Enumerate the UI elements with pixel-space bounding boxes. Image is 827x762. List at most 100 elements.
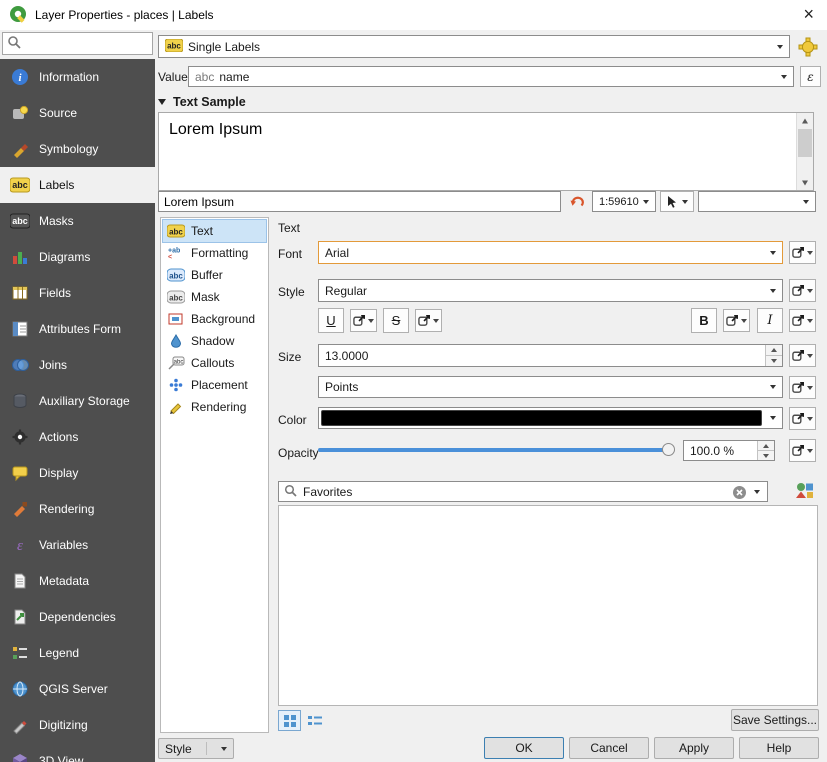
sidebar-item-metadata[interactable]: Metadata xyxy=(0,563,155,599)
metadata-icon xyxy=(10,572,30,590)
italic-button[interactable]: I xyxy=(757,308,783,333)
tab-formatting[interactable]: +ab<Formatting xyxy=(163,242,266,264)
sample-background-select[interactable] xyxy=(698,191,816,212)
underline-override-button[interactable] xyxy=(350,309,377,332)
spinner-buttons[interactable] xyxy=(765,345,782,366)
scroll-up-icon[interactable] xyxy=(797,113,813,128)
size-spinbox[interactable]: 13.0000 xyxy=(318,344,783,367)
sidebar-item-label: Actions xyxy=(39,430,78,444)
spinner-buttons[interactable] xyxy=(757,441,774,460)
font-override-button[interactable] xyxy=(789,241,816,264)
sidebar-item-labels[interactable]: abcLabels xyxy=(0,167,155,203)
sidebar-item-attributes-form[interactable]: Attributes Form xyxy=(0,311,155,347)
sidebar-item-actions[interactable]: Actions xyxy=(0,419,155,455)
ok-button[interactable]: OK xyxy=(484,737,564,759)
font-family-select[interactable]: Arial xyxy=(318,241,783,264)
font-style-select[interactable]: Regular xyxy=(318,279,783,302)
strikethrough-button[interactable]: S xyxy=(383,308,409,333)
tab-background[interactable]: Background xyxy=(163,308,266,330)
callouts-tab-icon: abc xyxy=(166,356,186,370)
sidebar-item-qgis-server[interactable]: QGIS Server xyxy=(0,671,155,707)
svg-text:ε: ε xyxy=(17,538,23,554)
size-value: 13.0000 xyxy=(325,349,368,363)
sidebar-item-masks[interactable]: abcMasks xyxy=(0,203,155,239)
tab-callouts[interactable]: abcCallouts xyxy=(163,352,266,374)
spin-down-icon[interactable] xyxy=(758,450,774,460)
sidebar-item-variables[interactable]: εVariables xyxy=(0,527,155,563)
sidebar-item-fields[interactable]: Fields xyxy=(0,275,155,311)
svg-text:abc: abc xyxy=(174,360,184,366)
sidebar-item-3d-view[interactable]: 3D View xyxy=(0,743,155,762)
sidebar-item-display[interactable]: Display xyxy=(0,455,155,491)
clear-filter-icon[interactable] xyxy=(732,485,747,500)
single-labels-icon: abc xyxy=(165,39,183,55)
color-override-button[interactable] xyxy=(789,407,816,430)
tab-placement[interactable]: Placement xyxy=(163,374,266,396)
style-filter-combo[interactable]: Favorites xyxy=(278,481,768,502)
spin-up-icon[interactable] xyxy=(766,345,782,355)
expression-builder-button[interactable]: ε xyxy=(800,66,821,87)
sidebar-item-digitizing[interactable]: Digitizing xyxy=(0,707,155,743)
sidebar-item-label: Diagrams xyxy=(39,250,90,264)
help-button[interactable]: Help xyxy=(739,737,819,759)
spin-down-icon[interactable] xyxy=(766,355,782,366)
tab-label: Text xyxy=(191,224,213,238)
sidebar-item-joins[interactable]: Joins xyxy=(0,347,155,383)
list-view-button[interactable] xyxy=(303,710,326,731)
tab-label: Background xyxy=(191,312,255,326)
opacity-override-button[interactable] xyxy=(789,439,816,462)
labeling-mode-select[interactable]: abc Single Labels xyxy=(158,35,790,58)
sidebar-item-symbology[interactable]: Symbology xyxy=(0,131,155,167)
tab-shadow[interactable]: Shadow xyxy=(163,330,266,352)
slider-handle[interactable] xyxy=(662,443,675,456)
style-menu-button[interactable]: Style xyxy=(158,738,234,759)
unit-override-button[interactable] xyxy=(789,376,816,399)
sidebar-item-label: Digitizing xyxy=(39,718,88,732)
sidebar-item-dependencies[interactable]: Dependencies xyxy=(0,599,155,635)
apply-button[interactable]: Apply xyxy=(654,737,734,759)
close-icon[interactable]: × xyxy=(803,4,814,24)
size-override-button[interactable] xyxy=(789,344,816,367)
opacity-slider[interactable] xyxy=(318,442,675,458)
style-override-button[interactable] xyxy=(789,279,816,302)
settings-search[interactable] xyxy=(2,32,153,55)
strikethrough-override-button[interactable] xyxy=(415,309,442,332)
underline-button[interactable]: U xyxy=(318,308,344,333)
cancel-button[interactable]: Cancel xyxy=(569,737,649,759)
sidebar-item-information[interactable]: iInformation xyxy=(0,59,155,95)
sidebar-item-legend[interactable]: Legend xyxy=(0,635,155,671)
bold-button[interactable]: B xyxy=(691,308,717,333)
map-settings-button[interactable] xyxy=(660,191,694,212)
scroll-down-icon[interactable] xyxy=(797,175,813,190)
sidebar-item-diagrams[interactable]: Diagrams xyxy=(0,239,155,275)
reset-sample-button[interactable] xyxy=(564,191,590,212)
style-manager-button[interactable] xyxy=(792,478,818,502)
tab-buffer[interactable]: abcBuffer xyxy=(163,264,266,286)
tab-text[interactable]: abcText xyxy=(163,220,266,242)
rendering-icon xyxy=(10,500,30,518)
preview-scrollbar[interactable] xyxy=(796,113,813,190)
italic-override-button[interactable] xyxy=(789,309,816,332)
save-settings-button[interactable]: Save Settings... xyxy=(731,709,819,731)
text-sample-expander[interactable]: Text Sample xyxy=(158,95,246,109)
sidebar-item-source[interactable]: Source xyxy=(0,95,155,131)
tab-rendering[interactable]: Rendering xyxy=(163,396,266,418)
bold-override-button[interactable] xyxy=(723,309,750,332)
spin-up-icon[interactable] xyxy=(758,441,774,450)
pointer-icon xyxy=(666,195,678,208)
text-format-list[interactable] xyxy=(278,505,818,706)
sidebar-item-auxiliary-storage[interactable]: Auxiliary Storage xyxy=(0,383,155,419)
tab-mask[interactable]: abcMask xyxy=(163,286,266,308)
preview-scale-select[interactable]: 1:59610 xyxy=(592,191,656,212)
scrollbar-thumb[interactable] xyxy=(798,129,812,157)
automated-placement-button[interactable] xyxy=(795,34,821,59)
value-field-select[interactable]: abc name xyxy=(188,66,794,87)
icon-view-button[interactable] xyxy=(278,710,301,731)
text-color-button[interactable] xyxy=(318,407,783,429)
sidebar-item-rendering[interactable]: Rendering xyxy=(0,491,155,527)
sample-text-input[interactable] xyxy=(158,191,561,212)
text-sample-preview: Lorem Ipsum xyxy=(158,112,814,191)
size-unit-select[interactable]: Points xyxy=(318,376,783,398)
opacity-spinbox[interactable]: 100.0 % xyxy=(683,440,775,461)
settings-search-input[interactable] xyxy=(25,37,148,51)
